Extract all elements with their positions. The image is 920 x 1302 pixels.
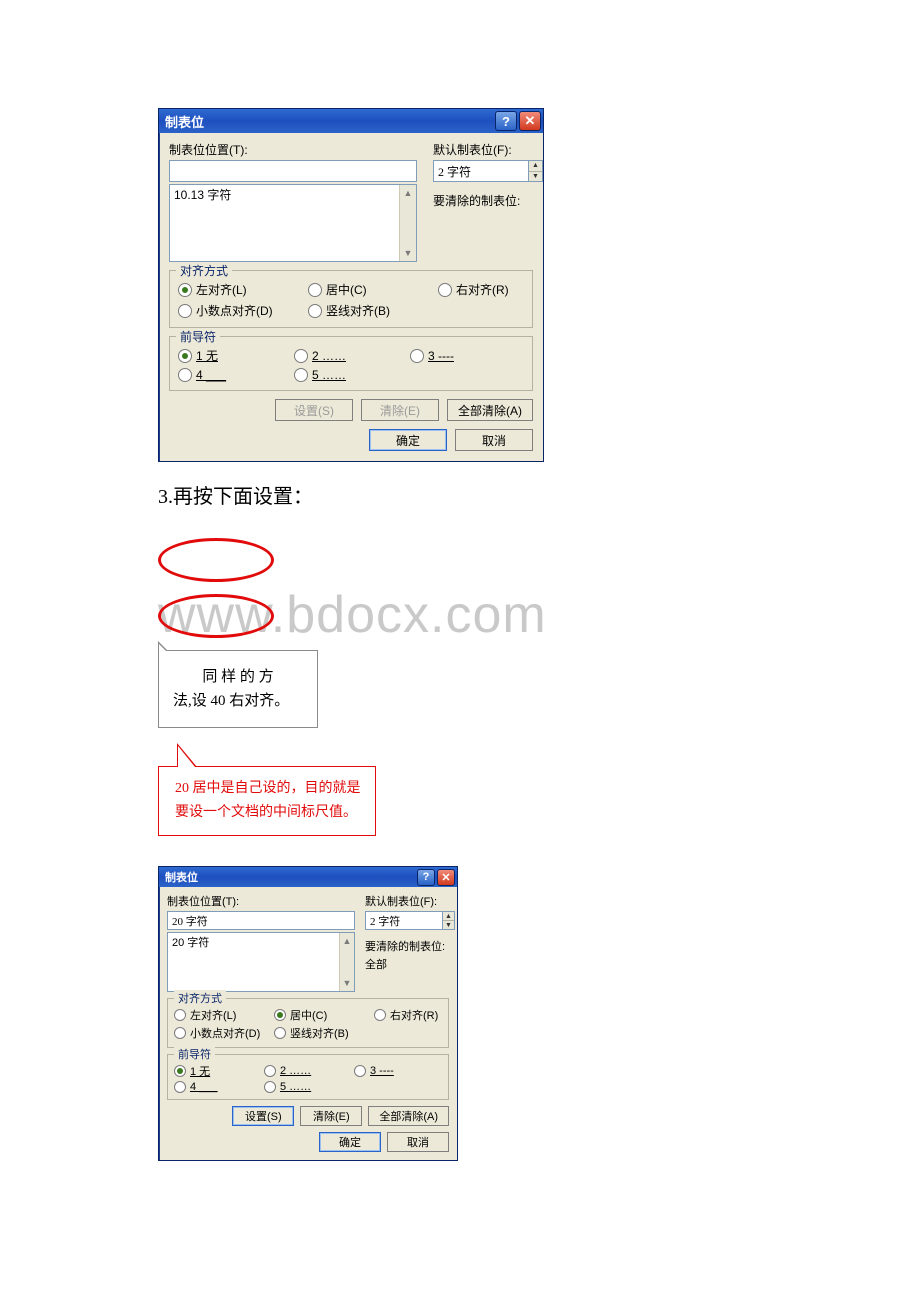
leader-fieldset: 前导符 1 无 2 …… 3 ---- 4 ___ 5 ……: [167, 1054, 449, 1100]
tab-position-listbox[interactable]: 20 字符 ▲ ▼: [167, 932, 355, 992]
default-tab-label: 默认制表位(F):: [433, 141, 543, 158]
clear-tabs-value: 全部: [365, 956, 455, 972]
radio-leader-3[interactable]: 3 ----: [354, 1063, 444, 1079]
scroll-up-icon[interactable]: ▲: [400, 185, 416, 201]
default-tab-input[interactable]: [433, 160, 528, 182]
callout1-line2: 法,设 40 右对齐。: [173, 689, 303, 713]
radio-align-right[interactable]: 右对齐(R): [374, 1007, 464, 1023]
tab-position-input[interactable]: [167, 911, 355, 930]
radio-align-bar[interactable]: 竖线对齐(B): [308, 302, 438, 319]
clear-button[interactable]: 清除(E): [361, 399, 439, 421]
tab-position-input[interactable]: [169, 160, 417, 182]
tab-position-label: 制表位位置(T):: [169, 141, 417, 158]
tabs-dialog-2: 制表位 ? ✕ 制表位位置(T): 20 字符 ▲ ▼: [158, 866, 458, 1161]
annotation-ellipse-2: [158, 594, 274, 638]
dialog-title: 制表位: [165, 112, 204, 131]
radio-leader-1[interactable]: 1 无: [174, 1063, 264, 1079]
leader-legend: 前导符: [176, 328, 220, 345]
clear-all-button[interactable]: 全部清除(A): [368, 1106, 449, 1126]
tabs-dialog-1: 制表位 ? ✕ 制表位位置(T): 10.13 字符 ▲: [158, 108, 544, 462]
spinner-down-icon[interactable]: ▼: [443, 921, 454, 929]
list-item[interactable]: 10.13 字符: [170, 185, 416, 204]
clear-tabs-label: 要清除的制表位:: [433, 192, 543, 209]
alignment-legend: 对齐方式: [174, 990, 226, 1006]
default-tab-input[interactable]: [365, 911, 442, 930]
scroll-down-icon[interactable]: ▼: [340, 975, 354, 991]
spinner-down-icon[interactable]: ▼: [529, 172, 542, 182]
ok-button[interactable]: 确定: [319, 1132, 381, 1152]
callout-note-1: 同 样 的 方 法,设 40 右对齐。: [158, 650, 318, 728]
listbox-scrollbar[interactable]: ▲ ▼: [339, 933, 354, 991]
radio-leader-4[interactable]: 4 ___: [178, 368, 294, 382]
step-3-text: 3.再按下面设置：: [158, 480, 762, 509]
set-button[interactable]: 设置(S): [275, 399, 353, 421]
radio-leader-5[interactable]: 5 ……: [264, 1081, 354, 1093]
spinner-up-icon[interactable]: ▲: [443, 912, 454, 921]
tab-position-label: 制表位位置(T):: [167, 893, 353, 909]
default-tab-label: 默认制表位(F):: [365, 893, 455, 909]
clear-all-button[interactable]: 全部清除(A): [447, 399, 533, 421]
radio-leader-5[interactable]: 5 ……: [294, 368, 410, 382]
radio-leader-2[interactable]: 2 ……: [264, 1063, 354, 1079]
scroll-down-icon[interactable]: ▼: [400, 245, 416, 261]
scroll-up-icon[interactable]: ▲: [340, 933, 354, 949]
radio-leader-2[interactable]: 2 ……: [294, 347, 410, 364]
default-tab-spinner[interactable]: ▲ ▼: [442, 911, 455, 930]
clear-button[interactable]: 清除(E): [300, 1106, 362, 1126]
radio-leader-1[interactable]: 1 无: [178, 347, 294, 364]
clear-tabs-label: 要清除的制表位:: [365, 938, 455, 954]
radio-align-center[interactable]: 居中(C): [308, 281, 438, 298]
radio-leader-4[interactable]: 4 ___: [174, 1081, 264, 1093]
alignment-legend: 对齐方式: [176, 262, 232, 279]
titlebar[interactable]: 制表位 ? ✕: [159, 109, 543, 133]
radio-align-decimal[interactable]: 小数点对齐(D): [178, 302, 308, 319]
radio-align-left[interactable]: 左对齐(L): [178, 281, 308, 298]
titlebar[interactable]: 制表位 ? ✕: [159, 867, 457, 887]
help-button[interactable]: ?: [417, 869, 435, 886]
callout2-text: 20 居中是自己设的，目的就是要设一个文档的中间标尺值。: [175, 777, 363, 825]
help-button[interactable]: ?: [495, 111, 517, 131]
leader-fieldset: 前导符 1 无 2 …… 3 ---- 4 ___ 5 ……: [169, 336, 533, 391]
radio-align-bar[interactable]: 竖线对齐(B): [274, 1025, 374, 1041]
radio-align-center[interactable]: 居中(C): [274, 1007, 374, 1023]
set-button[interactable]: 设置(S): [232, 1106, 294, 1126]
cancel-button[interactable]: 取消: [455, 429, 533, 451]
callout-note-2: 20 居中是自己设的，目的就是要设一个文档的中间标尺值。: [158, 766, 376, 836]
radio-align-left[interactable]: 左对齐(L): [174, 1007, 274, 1023]
default-tab-spinner[interactable]: ▲ ▼: [528, 160, 543, 182]
close-button[interactable]: ✕: [437, 869, 455, 886]
dialog-title: 制表位: [165, 869, 198, 885]
cancel-button[interactable]: 取消: [387, 1132, 449, 1152]
radio-align-decimal[interactable]: 小数点对齐(D): [174, 1025, 274, 1041]
list-item[interactable]: 20 字符: [168, 933, 354, 951]
tab-position-listbox[interactable]: 10.13 字符 ▲ ▼: [169, 184, 417, 262]
callout1-line1: 同 样 的 方: [173, 665, 303, 689]
alignment-fieldset: 对齐方式 左对齐(L) 居中(C) 右对齐(R) 小数点对齐(D) 竖线对齐(B…: [167, 998, 449, 1048]
radio-align-right[interactable]: 右对齐(R): [438, 281, 568, 298]
annotation-ellipse-1: [158, 538, 274, 582]
listbox-scrollbar[interactable]: ▲ ▼: [399, 185, 416, 261]
radio-leader-3[interactable]: 3 ----: [410, 347, 526, 364]
alignment-fieldset: 对齐方式 左对齐(L) 居中(C) 右对齐(R) 小数点对齐(D) 竖线对齐(B…: [169, 270, 533, 328]
spinner-up-icon[interactable]: ▲: [529, 161, 542, 172]
leader-legend: 前导符: [174, 1046, 215, 1062]
ok-button[interactable]: 确定: [369, 429, 447, 451]
close-button[interactable]: ✕: [519, 111, 541, 131]
